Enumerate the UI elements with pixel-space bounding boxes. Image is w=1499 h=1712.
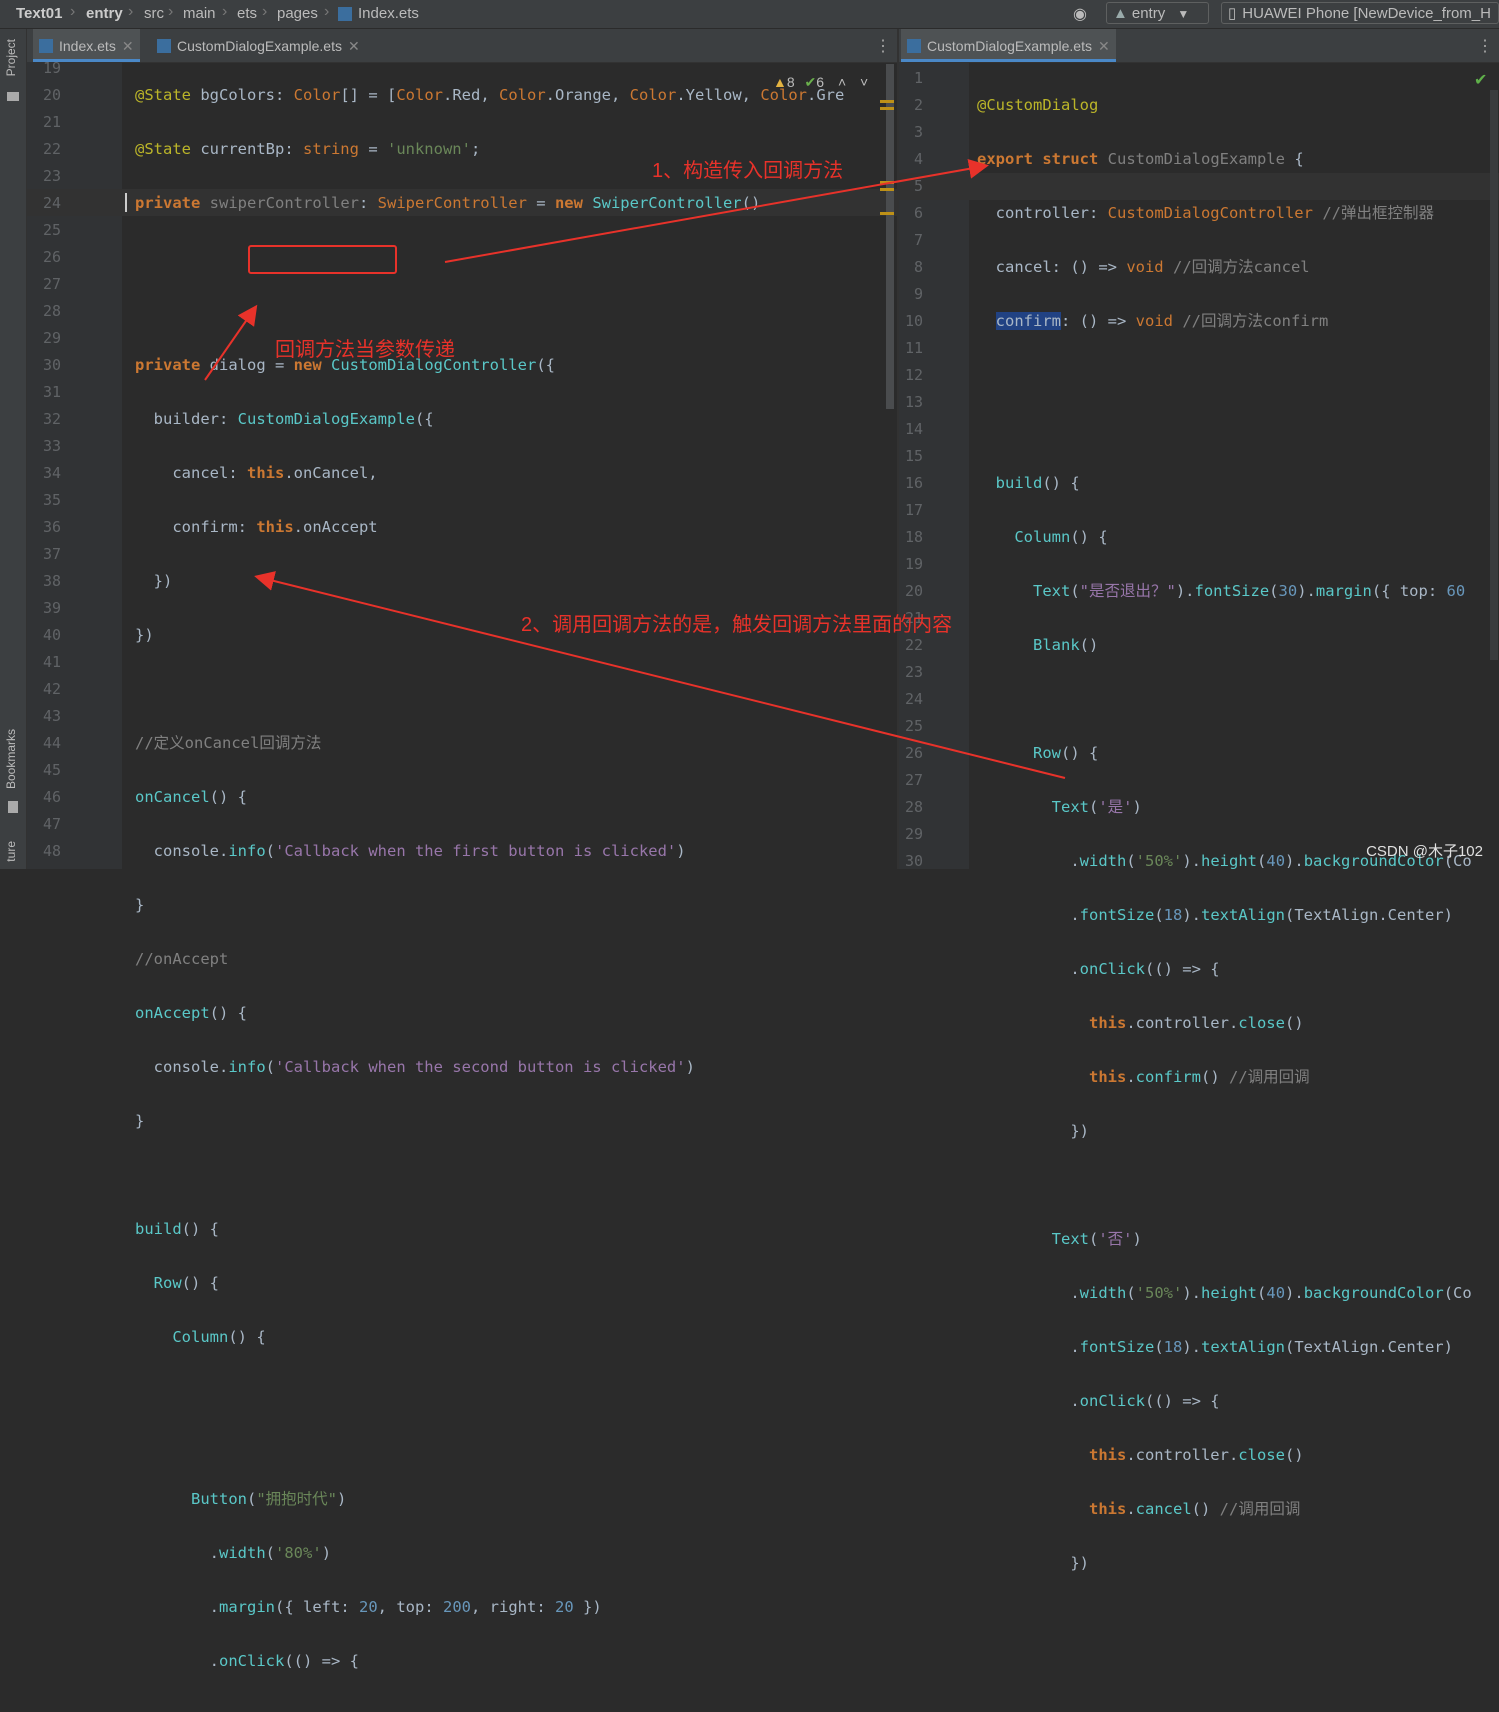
code-line: }) (977, 1554, 1089, 1572)
code-line: this.cancel() //调用回调 (1088, 1500, 1301, 1518)
code-line: console.info('Callback when the second b… (135, 1058, 695, 1076)
code-line: this.controller.close() (1088, 1014, 1304, 1032)
code-line: Column() { (172, 1328, 266, 1346)
annotation-param: 回调方法当参数传递 (275, 339, 455, 361)
code-line: build() { (135, 1220, 219, 1238)
annotation-step1: 1、构造传入回调方法 (652, 160, 844, 182)
code-line: .onClick(() => { (977, 1392, 1220, 1410)
code-line: this.controller.close() (1088, 1446, 1304, 1464)
code-line: .margin({ left: 20, top: 200, right: 20 … (135, 1598, 602, 1616)
code-line: Button("拥抱时代") (191, 1490, 347, 1508)
code-line: .onClick(() => { (977, 960, 1220, 978)
code-line: Text('否') (1051, 1230, 1142, 1248)
code-line: .width('50%').height(40).backgroundColor… (977, 1284, 1472, 1302)
code-line: .fontSize(18).textAlign(TextAlign.Center… (977, 1338, 1453, 1356)
code-line: .width('80%') (135, 1544, 332, 1562)
code-line: } (135, 896, 145, 914)
annotation-step2: 2、调用回调方法的是，触发回调方法里面的内容 (521, 614, 953, 636)
watermark: CSDN @木子102 (1366, 843, 1483, 860)
code-line: //onAccept (135, 950, 229, 968)
code-line: onAccept() { (135, 1004, 247, 1022)
code-line: }) (977, 1122, 1089, 1140)
code-line: .fontSize(18).textAlign(TextAlign.Center… (977, 906, 1453, 924)
arrow-to-param (204, 304, 258, 381)
code-line: .onClick(() => { (135, 1652, 359, 1670)
code-line: Row() { (153, 1274, 219, 1292)
code-line: this.confirm() //调用回调 (1088, 1068, 1310, 1086)
code-line: } (135, 1112, 145, 1130)
annotation-arrows (204, 158, 1066, 779)
